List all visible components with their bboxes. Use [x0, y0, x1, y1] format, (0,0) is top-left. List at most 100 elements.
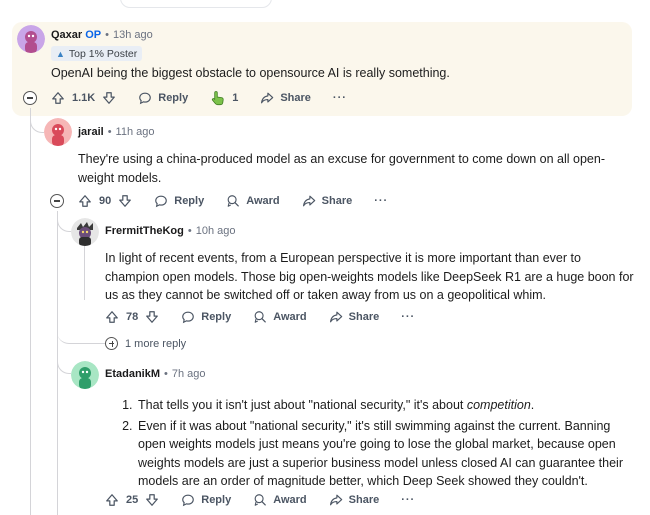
timestamp[interactable]: 11h ago [116, 126, 155, 138]
award-button[interactable]: Award [253, 493, 307, 507]
list-item: Even if it was about "national security,… [136, 417, 638, 491]
award-button[interactable]: Award [253, 310, 307, 324]
timestamp[interactable]: 7h ago [172, 368, 206, 380]
vote-control: 25 [105, 493, 159, 507]
flair-label: Top 1% Poster [68, 47, 138, 60]
award-count: 1 [232, 92, 239, 104]
reply-label: Reply [201, 311, 232, 323]
reply-button[interactable]: Reply [181, 493, 231, 507]
downvote-icon[interactable] [145, 493, 159, 507]
collapse-thread-button[interactable] [23, 91, 37, 105]
vote-control: 90 [78, 194, 132, 208]
downvote-icon[interactable] [102, 91, 116, 105]
comment-body: OpenAI being the biggest obstacle to ope… [51, 64, 450, 83]
share-label: Share [280, 92, 311, 104]
timestamp[interactable]: 10h ago [196, 225, 236, 237]
username[interactable]: jarail [78, 126, 104, 138]
award-icon [254, 311, 267, 323]
award-label: Award [273, 494, 307, 506]
comment-body-list: That tells you it isn't just about "nati… [118, 396, 638, 491]
list-item-line: Even if it was about "national security,… [138, 418, 611, 433]
share-label: Share [321, 195, 353, 207]
top-search-box-fragment [120, 0, 272, 8]
vote-count: 1.1K [72, 92, 96, 104]
thread-curve-more-reply [57, 232, 105, 344]
comment-header: jarail • 11h ago [78, 126, 155, 138]
vote-control: 1.1K [51, 91, 116, 105]
avatar[interactable] [17, 25, 45, 53]
username[interactable]: Qaxar [51, 29, 82, 41]
award-label: Award [246, 195, 280, 207]
thread-line-root [30, 108, 31, 515]
vote-count: 25 [126, 494, 139, 506]
emphasized-text: competition [466, 398, 531, 412]
reply-icon [139, 92, 152, 105]
comment-actions: 25 Reply Award Share ··· [105, 490, 415, 510]
share-button[interactable]: Share [302, 194, 353, 208]
comment-text: OpenAI being the biggest obstacle to ope… [51, 66, 450, 80]
expand-plus-icon [105, 337, 118, 350]
avatar[interactable] [44, 118, 72, 146]
username[interactable]: EtadanikM [105, 368, 160, 380]
collapse-thread-button[interactable] [50, 194, 64, 208]
comment-text-line: weight models. [78, 170, 162, 185]
reply-label: Reply [201, 494, 232, 506]
username[interactable]: FrermitTheKog [105, 225, 184, 237]
award-button[interactable]: 1 [210, 90, 238, 106]
comment-actions: 1.1K Reply 1 Share ··· [51, 88, 347, 108]
share-icon [329, 311, 342, 323]
avatar[interactable] [71, 218, 99, 246]
comment-actions: 90 Reply Award Share ··· [78, 191, 388, 211]
comment-header: EtadanikM • 7h ago [105, 368, 206, 380]
more-options-button[interactable]: ··· [401, 311, 415, 323]
reply-button[interactable]: Reply [181, 310, 231, 324]
share-button[interactable]: Share [329, 493, 380, 507]
more-options-button[interactable]: ··· [401, 494, 415, 506]
share-button[interactable]: Share [260, 91, 311, 105]
share-label: Share [348, 494, 380, 506]
thread-curve-etadanik [57, 344, 71, 374]
downvote-icon[interactable] [145, 310, 159, 324]
comment-text-line: us as they cannot be switched off or tak… [105, 288, 546, 302]
upvote-icon[interactable] [51, 91, 65, 105]
avatar[interactable] [71, 361, 99, 389]
more-options-button[interactable]: ··· [374, 195, 388, 207]
separator: • [107, 126, 112, 138]
list-item-text: . [530, 398, 535, 412]
list-item-line: open weights models just means you're go… [138, 437, 616, 451]
share-icon [329, 494, 342, 506]
list-item-line: weights models are just a superior busin… [138, 455, 623, 470]
share-icon [261, 92, 274, 104]
op-badge: OP [85, 29, 102, 41]
reply-button[interactable]: Reply [154, 194, 204, 208]
award-button[interactable]: Award [226, 194, 280, 208]
reply-button[interactable]: Reply [138, 91, 188, 105]
thread-curve-jarail [30, 108, 44, 133]
reply-label: Reply [158, 92, 189, 104]
share-icon [302, 195, 315, 207]
more-replies-link[interactable]: 1 more reply [105, 337, 186, 350]
more-replies-label: 1 more reply [125, 337, 187, 350]
timestamp[interactable]: 13h ago [113, 29, 153, 41]
downvote-icon[interactable] [118, 194, 132, 208]
share-button[interactable]: Share [329, 310, 379, 324]
comment-body: In light of recent events, from a Europe… [105, 249, 635, 305]
comment-actions: 78 Reply Award Share ··· [105, 307, 415, 327]
list-item-text: That tells you it isn't just about "nati… [138, 398, 467, 412]
list-item-line: models are an order of magnitude better,… [138, 474, 588, 488]
thread-curve-frermit [57, 211, 71, 232]
trophy-icon: ▲ [56, 48, 65, 59]
reply-label: Reply [174, 195, 205, 207]
comment-text-line: champion open models. Those big open-wei… [105, 269, 634, 284]
upvote-icon[interactable] [105, 310, 119, 324]
more-options-button[interactable]: ··· [333, 92, 347, 104]
vote-control: 78 [105, 310, 159, 324]
vote-count: 90 [99, 195, 112, 207]
upvote-icon[interactable] [78, 194, 92, 208]
separator: • [187, 225, 192, 237]
upvote-icon[interactable] [105, 493, 119, 507]
pointing-hand-award-icon [212, 91, 224, 106]
reply-icon [182, 494, 195, 507]
award-icon [254, 494, 267, 506]
separator: • [164, 368, 168, 380]
